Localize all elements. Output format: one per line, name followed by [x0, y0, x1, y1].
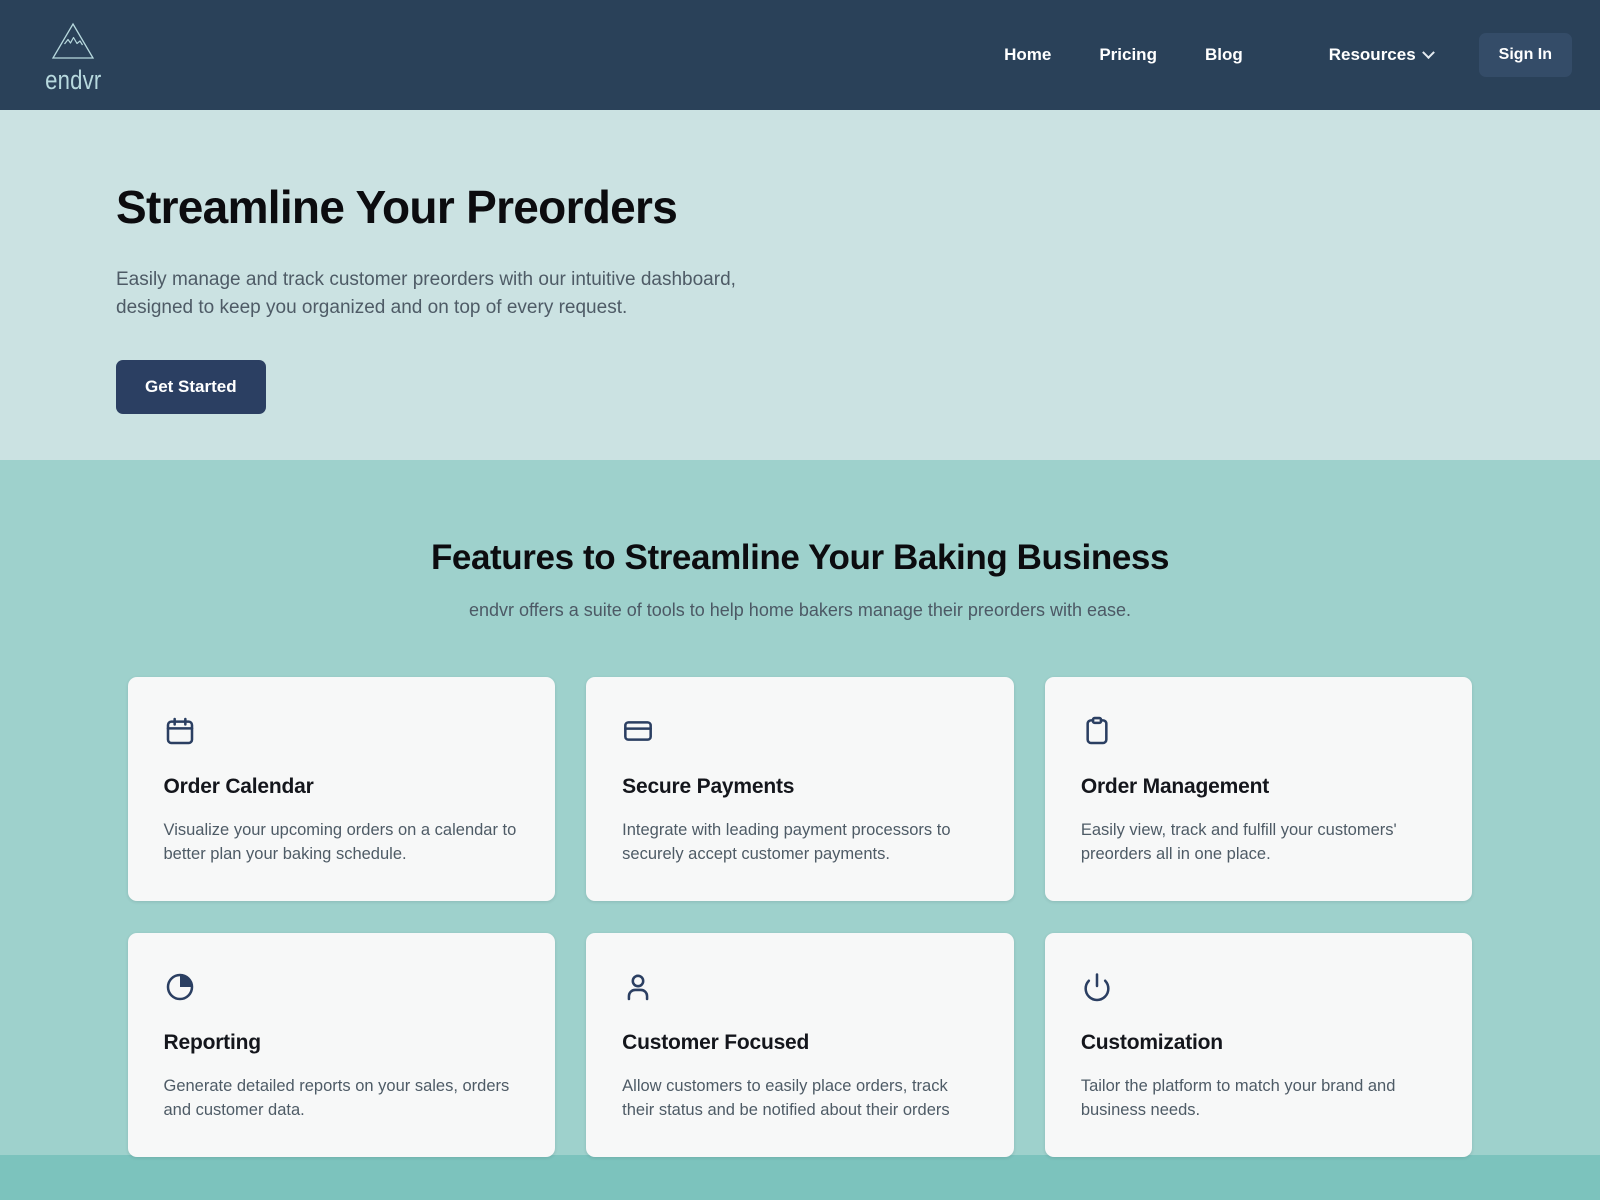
- power-icon: [1081, 971, 1437, 1005]
- brand-logo[interactable]: endvr: [34, 17, 112, 94]
- top-navigation-bar: endvr Home Pricing Blog Resources Sign I…: [0, 0, 1600, 110]
- feature-card[interactable]: Customer Focused Allow customers to easi…: [586, 932, 1014, 1157]
- feature-card-description: Integrate with leading payment processor…: [622, 821, 951, 864]
- feature-card[interactable]: Reporting Generate detailed reports on y…: [127, 932, 556, 1157]
- feature-card[interactable]: Order Calendar Visualize your upcoming o…: [127, 677, 556, 901]
- nav-link-home[interactable]: Home: [980, 35, 1075, 75]
- calendar-icon: [164, 715, 520, 749]
- feature-card-grid: Order Calendar Visualize your upcoming o…: [127, 677, 1473, 1157]
- feature-card[interactable]: Order Management Easily view, track and …: [1044, 677, 1473, 901]
- features-title: Features to Streamline Your Baking Busin…: [430, 538, 1170, 577]
- feature-card-title: Customer Focused: [622, 1030, 810, 1054]
- feature-card-title: Order Calendar: [163, 775, 314, 798]
- user-icon: [622, 971, 978, 1005]
- hero-title: Streamline Your Preorders: [116, 181, 678, 233]
- sign-in-button[interactable]: Sign In: [1478, 33, 1572, 77]
- credit-card-icon: [622, 715, 978, 749]
- feature-card-description: Generate detailed reports on your sales,…: [163, 1076, 510, 1120]
- feature-card-title: Reporting: [163, 1030, 262, 1054]
- nav-link-resources-label: Resources: [1328, 45, 1416, 64]
- feature-card-title: Secure Payments: [622, 775, 795, 798]
- feature-card-description: Allow customers to easily place orders, …: [622, 1076, 950, 1120]
- hero-section: Streamline Your Preorders Easily manage …: [0, 110, 1600, 460]
- footer-band: [0, 1155, 1600, 1200]
- mountain-icon: [50, 21, 96, 66]
- nav-links: Home Pricing Blog Resources Sign In: [980, 33, 1572, 77]
- feature-card-description: Tailor the platform to match your brand …: [1080, 1076, 1396, 1120]
- pie-chart-icon: [164, 971, 520, 1005]
- nav-link-resources[interactable]: Resources: [1305, 35, 1457, 75]
- feature-card-description: Easily view, track and fulfill your cust…: [1080, 821, 1397, 864]
- hero-subtitle-line-1: Easily manage and track customer preorde…: [116, 268, 736, 290]
- nav-link-blog[interactable]: Blog: [1181, 35, 1267, 75]
- chevron-down-icon: [1421, 45, 1435, 59]
- feature-card-title: Customization: [1080, 1030, 1223, 1054]
- feature-card-title: Order Management: [1080, 775, 1270, 798]
- feature-card-description: Visualize your upcoming orders on a cale…: [163, 821, 517, 864]
- get-started-button[interactable]: Get Started: [116, 359, 266, 414]
- hero-subtitle: Easily manage and track customer preorde…: [116, 266, 756, 322]
- clipboard-icon: [1081, 715, 1437, 749]
- features-subtitle: endvr offers a suite of tools to help ho…: [468, 600, 1132, 620]
- nav-link-pricing[interactable]: Pricing: [1075, 35, 1181, 75]
- features-section: Features to Streamline Your Baking Busin…: [0, 460, 1600, 1157]
- feature-card[interactable]: Customization Tailor the platform to mat…: [1044, 932, 1473, 1157]
- brand-name: endvr: [44, 64, 102, 95]
- feature-card[interactable]: Secure Payments Integrate with leading p…: [586, 677, 1014, 901]
- hero-subtitle-line-2: designed to keep you organized and on to…: [116, 296, 628, 318]
